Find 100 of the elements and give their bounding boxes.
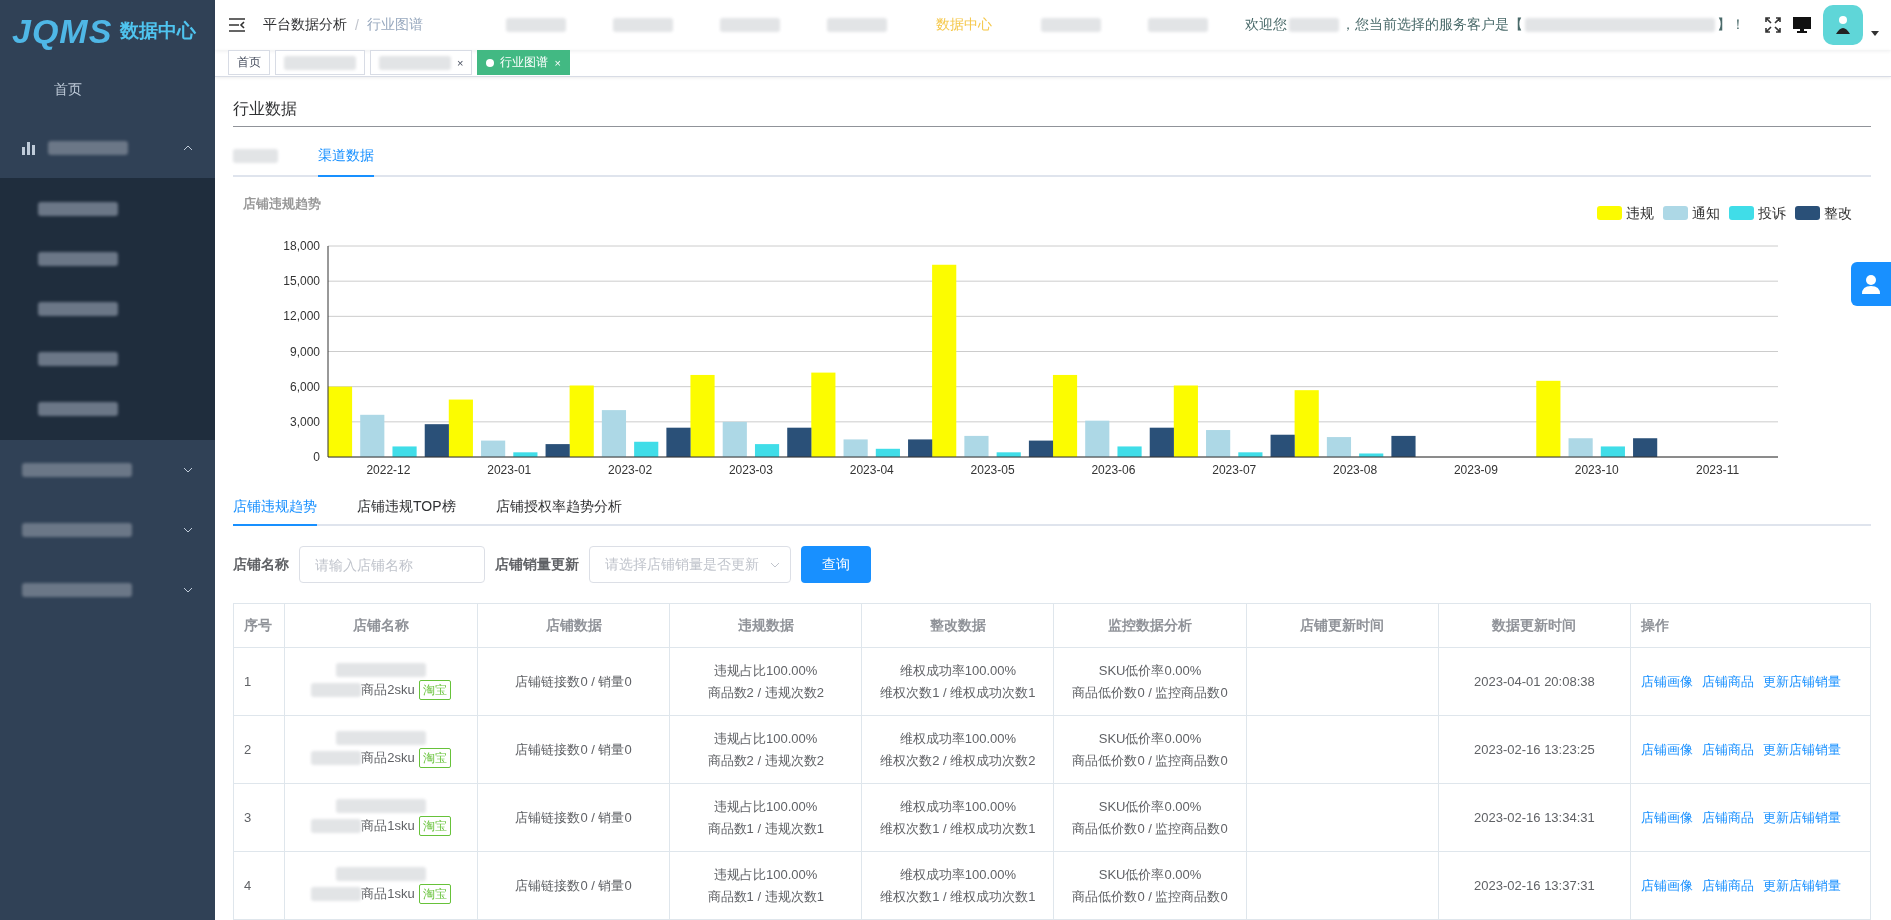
avatar[interactable] (1823, 4, 1863, 45)
legend-item[interactable]: 违规 (1597, 205, 1654, 221)
y-tick-label: 0 (313, 450, 320, 464)
tab[interactable]: 店铺授权率趋势分析 (495, 490, 622, 526)
legend-item[interactable]: 投诉 (1729, 205, 1786, 221)
table-cell: 违规占比100.00% 商品数1 / 违规次数1 (669, 851, 862, 920)
welcome-text: ，您当前选择的服务客户是【 (1341, 15, 1523, 34)
table-cell: SKU低价率0.00% 商品低价数0 / 监控商品数0 (1053, 715, 1247, 784)
table-cell: 2 (233, 715, 285, 784)
page-tag[interactable]: × (370, 50, 473, 76)
breadcrumb-separator: / (355, 16, 359, 33)
chevron-down-icon (183, 467, 193, 473)
chart-bar (392, 446, 417, 457)
x-tick-label: 2023-07 (1212, 463, 1257, 477)
table-cell: 违规占比100.00% 商品数2 / 违规次数2 (669, 715, 862, 784)
action-link[interactable]: 店铺画像 (1641, 809, 1693, 825)
store-name-cell: 商品2sku 淘宝 (284, 647, 478, 716)
column-header: 监控数据分析 (1053, 603, 1247, 648)
breadcrumb-item[interactable]: 平台数据分析 (263, 15, 347, 34)
store-name-field[interactable]: 请输入店铺名称 (299, 546, 485, 583)
table-cell: SKU低价率0.00% 商品低价数0 / 监控商品数0 (1053, 783, 1247, 852)
chart-bar (722, 421, 747, 457)
tab[interactable]: 店铺违规TOP榜 (357, 490, 456, 526)
x-tick-label: 2023-04 (849, 463, 894, 477)
y-tick-label: 15,000 (283, 274, 320, 289)
legend-item[interactable]: 整改 (1795, 205, 1852, 221)
table-cell: 维权成功率100.00% 维权次数1 / 维权成功次数1 (861, 647, 1054, 716)
monitor-icon[interactable] (1793, 16, 1811, 33)
chart-bar (1600, 446, 1625, 457)
user-float-button[interactable] (1851, 262, 1891, 306)
table-cell: 4 (233, 851, 285, 920)
table-cell: 违规占比100.00% 商品数1 / 违规次数1 (669, 783, 862, 852)
action-link[interactable]: 店铺商品 (1702, 809, 1754, 825)
x-tick-label: 2023-10 (1574, 463, 1619, 477)
page-tag[interactable] (275, 50, 365, 76)
action-link[interactable]: 更新店铺销量 (1763, 877, 1841, 893)
x-tick-label: 2023-03 (728, 463, 773, 477)
table-cell: 2023-04-01 20:08:38 (1438, 647, 1631, 716)
column-header: 整改数据 (861, 603, 1054, 648)
column-header: 序号 (233, 603, 285, 648)
action-link[interactable]: 店铺画像 (1641, 741, 1693, 757)
table-cell: 违规占比100.00% 商品数2 / 违规次数2 (669, 647, 862, 716)
page-tag[interactable]: 首页 (228, 50, 270, 76)
tab[interactable]: 渠道数据 (318, 137, 374, 177)
table-cell: 2023-02-16 13:23:25 (1438, 715, 1631, 784)
x-tick-label: 2023-08 (1333, 463, 1378, 477)
action-link[interactable]: 更新店铺销量 (1763, 809, 1841, 825)
chart-bar (964, 435, 989, 457)
chevron-down-icon (183, 587, 193, 593)
y-tick-label: 6,000 (289, 379, 320, 394)
legend-label: 投诉 (1757, 205, 1786, 221)
chart-bar (601, 410, 627, 457)
store-name-cell: 商品1sku 淘宝 (284, 783, 478, 852)
chart-bar (1391, 435, 1416, 457)
page-tag[interactable]: 行业图谱 × (477, 50, 570, 76)
chart-bar (634, 441, 659, 457)
chart-bar (1085, 420, 1110, 457)
menu-icon[interactable] (229, 17, 245, 32)
action-link[interactable]: 更新店铺销量 (1763, 673, 1841, 689)
chart-bar (1359, 453, 1384, 457)
search-button[interactable]: 查询 (801, 546, 871, 583)
action-link[interactable]: 店铺商品 (1702, 877, 1754, 893)
column-header: 店铺名称 (284, 603, 478, 648)
table-cell: 2023-02-16 13:37:31 (1438, 851, 1631, 920)
chart-bar (1238, 452, 1263, 457)
x-tick-label: 2023-05 (970, 463, 1015, 477)
fullscreen-icon[interactable] (1765, 16, 1781, 33)
x-tick-label: 2023-01 (487, 463, 532, 477)
store-name-cell: 商品1sku 淘宝 (284, 851, 478, 920)
x-tick-label: 2023-11 (1696, 463, 1740, 477)
column-header: 操作 (1630, 603, 1871, 648)
sales-update-select[interactable]: 请选择店铺销量是否更新 (589, 546, 791, 583)
action-link[interactable]: 店铺商品 (1702, 673, 1754, 689)
caret-icon[interactable] (1871, 31, 1879, 37)
tab[interactable]: 店铺违规趋势 (233, 490, 317, 526)
action-link[interactable]: 店铺商品 (1702, 741, 1754, 757)
action-link[interactable]: 店铺画像 (1641, 877, 1693, 893)
chevron-up-icon (183, 145, 193, 151)
chart-title: 店铺违规趋势 (243, 196, 321, 211)
x-tick-label: 2022-12 (366, 463, 411, 477)
page-title: 行业数据 (233, 89, 1871, 127)
legend-item[interactable]: 通知 (1663, 205, 1720, 221)
column-header: 店铺数据 (477, 603, 670, 648)
y-tick-label: 3,000 (289, 414, 320, 429)
y-tick-label: 18,000 (283, 239, 320, 253)
menu-item[interactable]: 首页 (0, 62, 215, 118)
legend-label: 整改 (1824, 205, 1852, 221)
column-header: 店铺更新时间 (1246, 603, 1439, 648)
action-link[interactable]: 更新店铺销量 (1763, 741, 1841, 757)
table-cell: 维权成功率100.00% 维权次数1 / 维权成功次数1 (861, 783, 1054, 852)
x-tick-label: 2023-06 (1091, 463, 1136, 477)
bar-chart-icon (22, 141, 36, 155)
user-icon (1861, 274, 1881, 294)
chart-bar (843, 439, 868, 457)
chevron-down-icon (770, 561, 780, 568)
table-cell: 1 (233, 647, 285, 716)
column-header: 数据更新时间 (1438, 603, 1631, 648)
legend-label: 违规 (1626, 205, 1654, 221)
table-cell: 维权成功率100.00% 维权次数1 / 维权成功次数1 (861, 851, 1054, 920)
action-link[interactable]: 店铺画像 (1641, 673, 1693, 689)
